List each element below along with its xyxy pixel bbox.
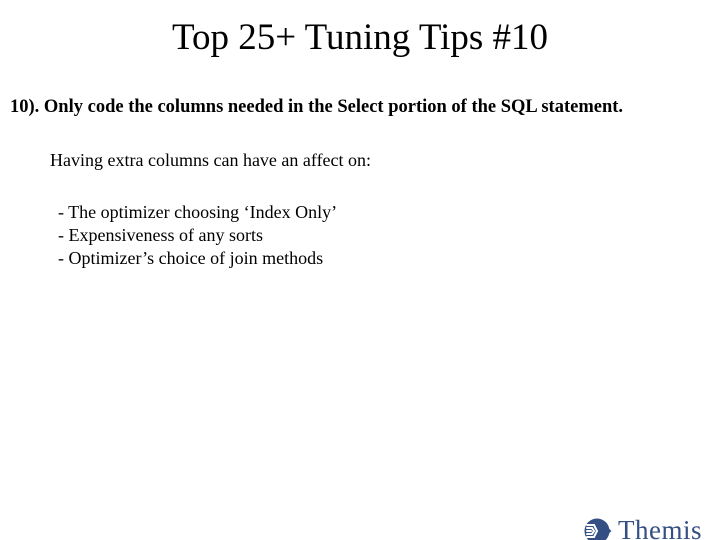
logo: Themis [584,515,702,540]
slide-title: Top 25+ Tuning Tips #10 [0,16,720,59]
logo-icon [584,518,612,540]
lead-text: Having extra columns can have an affect … [50,150,720,171]
bullet-item: - Optimizer’s choice of join methods [58,247,720,270]
slide: Top 25+ Tuning Tips #10 10). Only code t… [0,16,720,540]
tip-heading: 10). Only code the columns needed in the… [10,97,720,118]
bullet-list: - The optimizer choosing ‘Index Only’ - … [58,201,720,270]
bullet-item: - Expensiveness of any sorts [58,224,720,247]
logo-text: Themis [618,515,702,540]
bullet-item: - The optimizer choosing ‘Index Only’ [58,201,720,224]
